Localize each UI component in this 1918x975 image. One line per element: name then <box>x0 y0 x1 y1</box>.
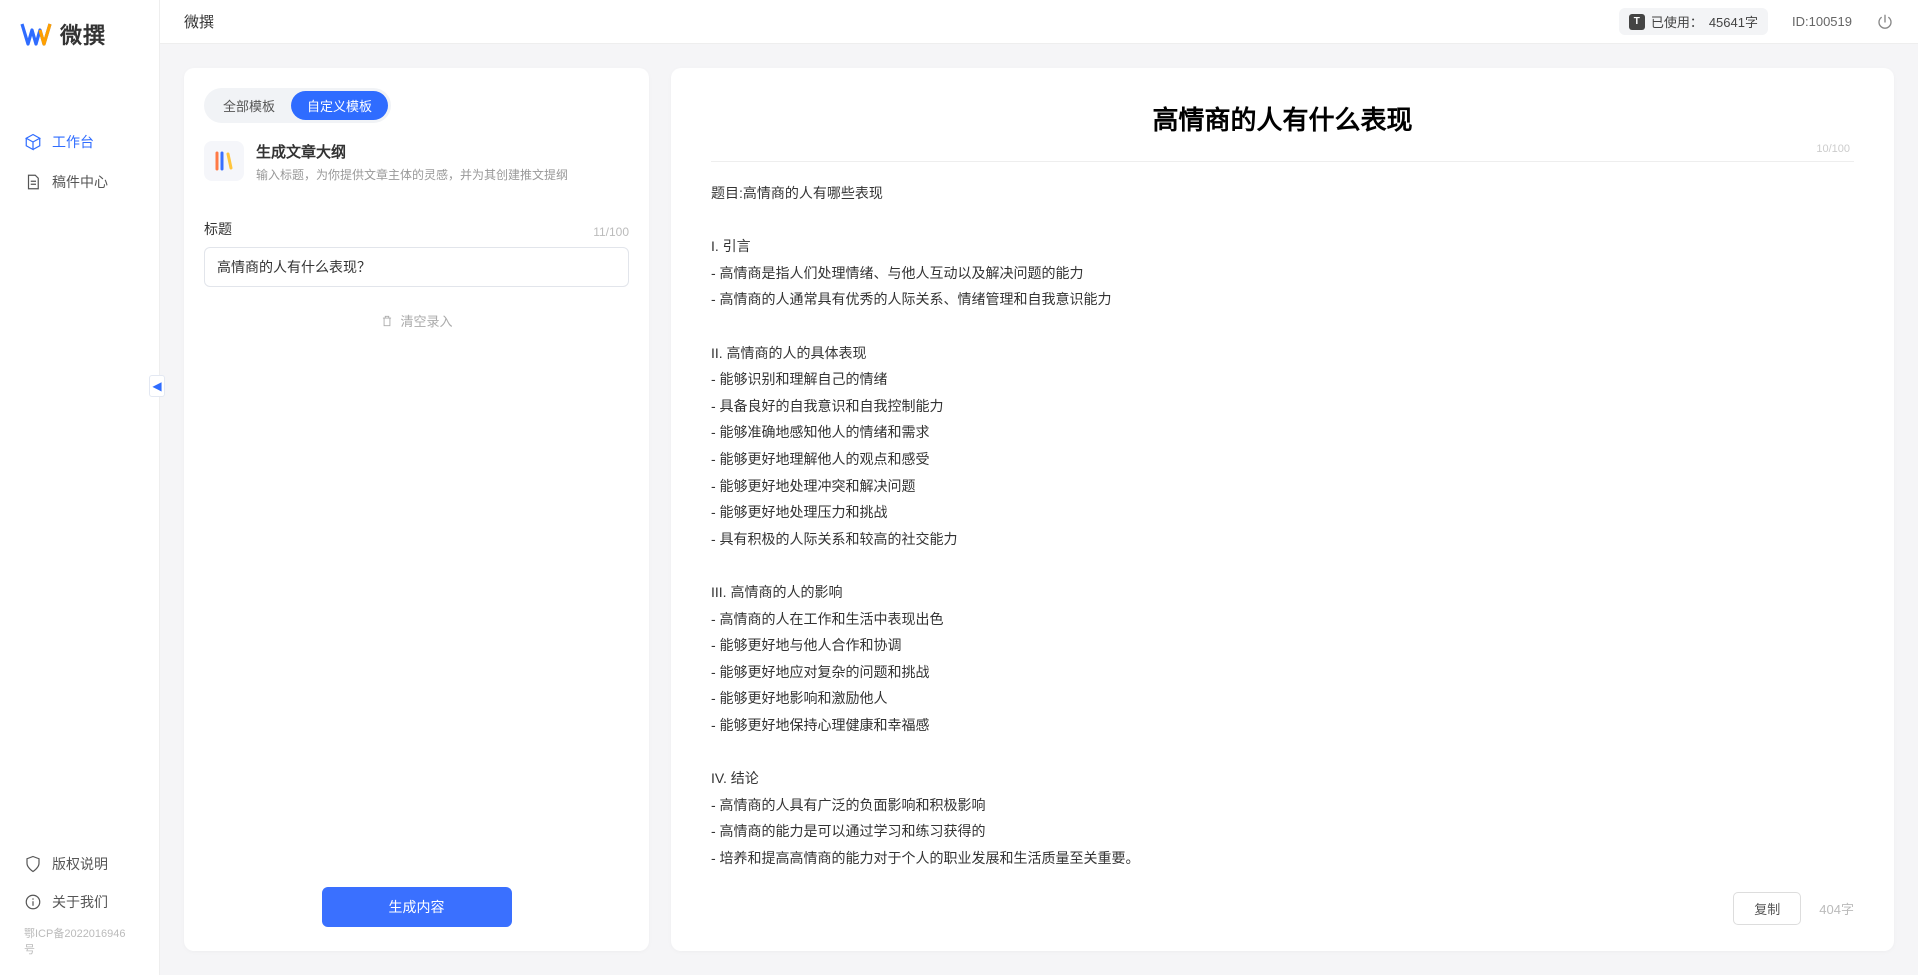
nav-item-drafts[interactable]: 稿件中心 <box>12 162 147 202</box>
logo-text: 微撰 <box>60 18 106 50</box>
clear-input-button[interactable]: 清空录入 <box>380 311 452 330</box>
template-header: 生成文章大纲 输入标题，为你提供文章主体的灵感，并为其创建推文提纲 <box>204 141 629 183</box>
usage-label: 已使用： <box>1651 12 1703 31</box>
nav: 工作台 稿件中心 <box>0 122 159 202</box>
word-count: 404字 <box>1819 899 1854 918</box>
nav-item-label: 工作台 <box>52 132 94 152</box>
footer-item-label: 关于我们 <box>52 892 108 912</box>
nav-item-workbench[interactable]: 工作台 <box>12 122 147 162</box>
template-tabs: 全部模板 自定义模板 <box>204 88 391 123</box>
page-title: 微撰 <box>184 11 214 32</box>
chevron-left-icon: ◀ <box>152 379 161 393</box>
template-panel: 全部模板 自定义模板 生成文章大纲 输入标题，为你提供文章主体的灵感，并为其创建… <box>184 68 649 951</box>
content: 全部模板 自定义模板 生成文章大纲 输入标题，为你提供文章主体的灵感，并为其创建… <box>160 44 1918 975</box>
info-icon <box>24 893 42 911</box>
logo: 微撰 <box>0 0 159 62</box>
article-title-count: 10/100 <box>711 143 1854 162</box>
sidebar: 微撰 工作台 稿件中心 版权说明 <box>0 0 160 975</box>
usage-badge[interactable]: T 已使用： 45641字 <box>1619 8 1768 35</box>
title-field-label: 标题 <box>204 219 232 239</box>
sidebar-collapse-button[interactable]: ◀ <box>149 375 165 397</box>
power-icon[interactable] <box>1876 13 1894 31</box>
document-icon <box>24 173 42 191</box>
template-icon <box>204 141 244 181</box>
usage-value: 45641字 <box>1709 12 1758 31</box>
sidebar-footer: 版权说明 关于我们 鄂ICP备2022016946号 <box>0 835 159 975</box>
clear-input-label: 清空录入 <box>400 311 452 330</box>
user-id: ID:100519 <box>1792 14 1852 29</box>
text-icon: T <box>1629 14 1645 30</box>
template-desc: 输入标题，为你提供文章主体的灵感，并为其创建推文提纲 <box>256 166 568 183</box>
footer-item-copyright[interactable]: 版权说明 <box>16 845 143 883</box>
nav-item-label: 稿件中心 <box>52 172 108 192</box>
logo-mark-icon <box>20 18 52 50</box>
tab-custom-templates[interactable]: 自定义模板 <box>291 91 388 120</box>
trash-icon <box>380 314 394 328</box>
main: 微撰 T 已使用： 45641字 ID:100519 全部模板 <box>160 0 1918 975</box>
shield-icon <box>24 855 42 873</box>
footer-item-label: 版权说明 <box>52 854 108 874</box>
icp-text: 鄂ICP备2022016946号 <box>16 921 143 967</box>
output-panel: 高情商的人有什么表现 10/100 题目:高情商的人有哪些表现 I. 引言 - … <box>671 68 1894 951</box>
title-input[interactable] <box>204 247 629 287</box>
generate-button[interactable]: 生成内容 <box>322 887 512 927</box>
copy-button[interactable]: 复制 <box>1733 892 1801 925</box>
article-body[interactable]: 题目:高情商的人有哪些表现 I. 引言 - 高情商是指人们处理情绪、与他人互动以… <box>711 180 1854 871</box>
cube-icon <box>24 133 42 151</box>
tab-all-templates[interactable]: 全部模板 <box>207 91 291 120</box>
footer-item-about[interactable]: 关于我们 <box>16 883 143 921</box>
article-title[interactable]: 高情商的人有什么表现 <box>711 100 1854 137</box>
title-char-count: 11/100 <box>593 225 629 239</box>
topbar: 微撰 T 已使用： 45641字 ID:100519 <box>160 0 1918 44</box>
template-name: 生成文章大纲 <box>256 141 568 162</box>
